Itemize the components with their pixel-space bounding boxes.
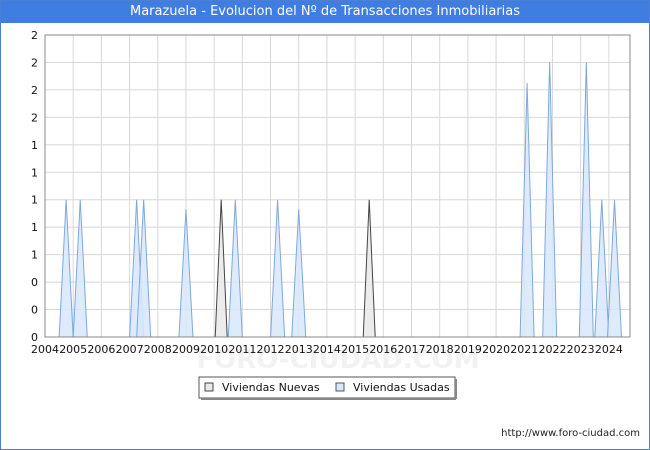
x-axis-ticks: 2004 2005 2006 2007 2008 2009 2010 2011 2012 2013… — [31, 343, 623, 356]
legend-swatch-usadas — [335, 382, 345, 392]
y-tick-label: 1 — [31, 194, 38, 207]
x-tick-label: 2012 — [257, 343, 285, 356]
x-tick-label: 2009 — [172, 343, 200, 356]
x-tick-label: 2008 — [144, 343, 172, 356]
x-tick-label: 2018 — [426, 343, 454, 356]
x-tick-label: 2021 — [510, 343, 538, 356]
y-tick-label: 1 — [31, 221, 38, 234]
x-tick-label: 2023 — [567, 343, 595, 356]
legend-swatch-nuevas — [204, 382, 214, 392]
y-tick-label: 1 — [31, 139, 38, 152]
x-tick-label: 2016 — [369, 343, 397, 356]
x-tick-label: 2004 — [31, 343, 59, 356]
x-tick-label: 2020 — [482, 343, 510, 356]
chart-canvas: FORO-CIUDAD.COM 2004 2005 2006 2007 2008 2009… — [31, 29, 631, 400]
x-tick-label: 2011 — [228, 343, 256, 356]
y-tick-label: 2 — [31, 84, 38, 97]
x-tick-label: 2015 — [341, 343, 369, 356]
x-tick-label: 2024 — [595, 343, 623, 356]
legend-label-usadas: Viviendas Usadas — [353, 381, 450, 394]
y-tick-label: 0 — [31, 276, 38, 289]
x-tick-label: 2013 — [285, 343, 313, 356]
x-tick-label: 2007 — [116, 343, 144, 356]
x-tick-label: 2006 — [87, 343, 115, 356]
x-tick-label: 2022 — [538, 343, 566, 356]
x-tick-label: 2017 — [398, 343, 426, 356]
y-tick-label: 0 — [31, 331, 38, 344]
y-tick-label: 2 — [31, 56, 38, 69]
x-tick-label: 2019 — [454, 343, 482, 356]
y-tick-label: 1 — [31, 166, 38, 179]
footer-url: http://www.foro-ciudad.com — [501, 428, 640, 439]
y-tick-label: 2 — [31, 29, 38, 42]
y-tick-label: 2 — [31, 111, 38, 124]
y-tick-label: 0 — [31, 304, 38, 317]
legend-label-nuevas: Viviendas Nuevas — [222, 381, 320, 394]
x-tick-label: 2014 — [313, 343, 341, 356]
legend: Viviendas Nuevas Viviendas Usadas — [198, 376, 457, 400]
x-tick-label: 2005 — [59, 343, 87, 356]
y-tick-label: 1 — [31, 249, 38, 262]
x-tick-label: 2010 — [200, 343, 228, 356]
